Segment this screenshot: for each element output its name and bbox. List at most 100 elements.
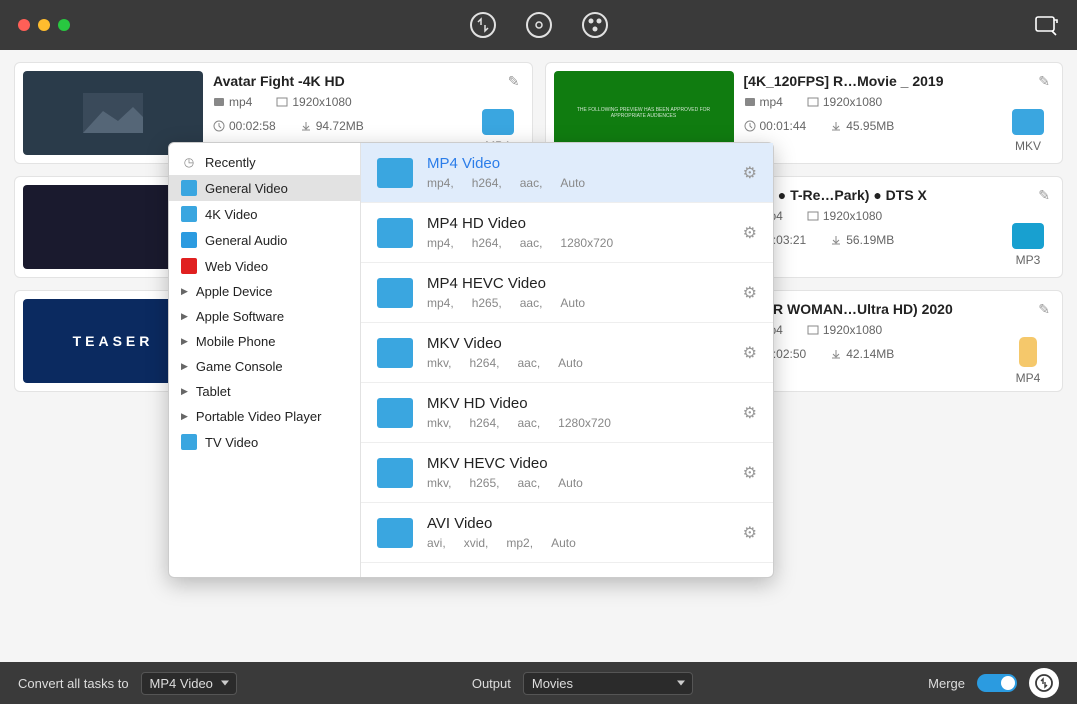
format-item[interactable]: MKV HEVC Video mkv,h265,aac,Auto ⚙ bbox=[361, 443, 773, 503]
format-item[interactable]: MKV Video mkv,h264,aac,Auto ⚙ bbox=[361, 323, 773, 383]
format-category-item[interactable]: ▶ Apple Device bbox=[169, 279, 360, 304]
disc-tab-icon[interactable] bbox=[525, 11, 553, 39]
resolution-meta: 1920x1080 bbox=[807, 323, 882, 337]
target-format-badge[interactable]: MKV bbox=[1008, 109, 1048, 153]
format-category-item[interactable]: ▶ Mobile Phone bbox=[169, 329, 360, 354]
bottom-toolbar: Convert all tasks to MP4 Video Output Mo… bbox=[0, 662, 1077, 704]
merge-toggle[interactable] bbox=[977, 674, 1017, 692]
convert-tab-icon[interactable] bbox=[469, 11, 497, 39]
chevron-right-icon: ▶ bbox=[181, 361, 188, 372]
format-item[interactable]: MP4 HEVC Videomp4,h265,aac,Auto⚙ bbox=[361, 263, 773, 323]
category-icon bbox=[181, 258, 197, 274]
format-category-list: ◷Recently General Video 4K Video General Au… bbox=[169, 143, 361, 577]
format-icon bbox=[377, 278, 413, 308]
format-name: MP4 Video bbox=[427, 155, 729, 172]
format-category-item[interactable]: ▶ Game Console bbox=[169, 354, 360, 379]
close-window-button[interactable] bbox=[18, 19, 30, 31]
format-category-item[interactable]: TV Video bbox=[169, 429, 360, 455]
chevron-right-icon: ▶ bbox=[181, 336, 188, 347]
format-name: MP4 HEVC Video bbox=[427, 275, 729, 292]
edit-icon[interactable]: ✎ bbox=[1038, 73, 1050, 90]
task-title: NDER WOMAN…Ultra HD) 2020 bbox=[744, 301, 1055, 317]
media-library-icon[interactable] bbox=[1033, 12, 1059, 38]
gear-icon[interactable]: ⚙ bbox=[743, 223, 757, 243]
category-icon bbox=[181, 232, 197, 248]
output-folder-select[interactable]: Movies bbox=[523, 672, 693, 695]
category-label: Tablet bbox=[196, 384, 231, 399]
start-conversion-button[interactable] bbox=[1029, 668, 1059, 698]
format-codec: mkv,h265,aac,Auto bbox=[427, 476, 729, 490]
edit-icon[interactable]: ✎ bbox=[1038, 301, 1050, 318]
gear-icon[interactable]: ⚙ bbox=[743, 463, 757, 483]
size-meta: 56.19MB bbox=[830, 233, 894, 247]
target-format-badge[interactable]: MP4 bbox=[1008, 337, 1048, 385]
chevron-right-icon: ▶ bbox=[181, 311, 188, 322]
target-format-badge[interactable]: MP3 bbox=[1008, 223, 1048, 267]
format-codec: avi,xvid,mp2,Auto bbox=[427, 536, 729, 550]
format-codec: mp4,h264,aac,1280x720 bbox=[427, 236, 729, 250]
category-label: Game Console bbox=[196, 359, 283, 374]
category-label: Mobile Phone bbox=[196, 334, 276, 349]
format-popover: ◷Recently General Video 4K Video General Au… bbox=[168, 142, 774, 578]
chevron-right-icon: ▶ bbox=[181, 286, 188, 297]
format-item[interactable]: MKV HD Videomkv,h264,aac,1280x720⚙ bbox=[361, 383, 773, 443]
format-icon bbox=[377, 338, 413, 368]
gear-icon[interactable]: ⚙ bbox=[743, 283, 757, 303]
zoom-window-button[interactable] bbox=[58, 19, 70, 31]
category-label: General Video bbox=[205, 181, 288, 196]
category-label: Recently bbox=[205, 155, 256, 170]
format-codec: mkv,h264,aac,Auto bbox=[427, 356, 729, 370]
format-category-item[interactable]: ◷Recently bbox=[169, 149, 360, 175]
category-icon bbox=[181, 180, 197, 196]
format-icon bbox=[377, 518, 413, 548]
edit-icon[interactable]: ✎ bbox=[508, 73, 520, 90]
chevron-right-icon: ▶ bbox=[181, 411, 188, 422]
format-list: MP4 Video mp4,h264,aac,Auto ⚙ MP4 HD Video m… bbox=[361, 143, 773, 577]
gear-icon[interactable]: ⚙ bbox=[743, 403, 757, 423]
format-category-item[interactable]: 4K Video bbox=[169, 201, 360, 227]
merge-label: Merge bbox=[928, 676, 965, 691]
minimize-window-button[interactable] bbox=[38, 19, 50, 31]
category-label: General Audio bbox=[205, 233, 287, 248]
format-category-item[interactable]: ▶ Tablet bbox=[169, 379, 360, 404]
output-label: Output bbox=[472, 676, 511, 691]
format-item[interactable]: AVI Video avi,xvid,mp2,Auto ⚙ bbox=[361, 503, 773, 563]
format-item[interactable]: MP4 Video mp4,h264,aac,Auto ⚙ bbox=[361, 143, 773, 203]
resolution-meta: 1920x1080 bbox=[276, 95, 351, 109]
gear-icon[interactable]: ⚙ bbox=[743, 343, 757, 363]
format-category-item[interactable]: General Video bbox=[169, 175, 360, 201]
traffic-lights bbox=[18, 19, 70, 31]
format-icon bbox=[377, 158, 413, 188]
format-category-item[interactable]: ▶Portable Video Player bbox=[169, 404, 360, 429]
duration-meta: 00:01:44 bbox=[744, 119, 807, 133]
format-name: MKV HD Video bbox=[427, 395, 729, 412]
category-icon bbox=[181, 206, 197, 222]
format-icon bbox=[377, 398, 413, 428]
gear-icon[interactable]: ⚙ bbox=[743, 163, 757, 183]
category-label: Web Video bbox=[205, 259, 268, 274]
size-meta: 45.95MB bbox=[830, 119, 894, 133]
convert-all-label: Convert all tasks to bbox=[18, 676, 129, 691]
format-codec: mp4,h264,aac,Auto bbox=[427, 176, 729, 190]
movie-tab-icon[interactable] bbox=[581, 11, 609, 39]
format-name: MP4 HD Video bbox=[427, 215, 729, 232]
size-meta: 94.72MB bbox=[300, 119, 364, 133]
chevron-right-icon: ▶ bbox=[181, 386, 188, 397]
convert-all-select[interactable]: MP4 Video bbox=[141, 672, 237, 695]
edit-icon[interactable]: ✎ bbox=[1038, 187, 1050, 204]
format-item[interactable]: MP4 HD Video mp4,h264,aac,1280x720 ⚙ bbox=[361, 203, 773, 263]
category-icon bbox=[181, 434, 197, 450]
format-name: AVI Video bbox=[427, 515, 729, 532]
resolution-meta: 1920x1080 bbox=[807, 95, 882, 109]
task-title: HDR ● T-Re…Park) ● DTS X bbox=[744, 187, 1055, 203]
format-name: MKV Video bbox=[427, 335, 729, 352]
top-nav-icons bbox=[469, 11, 609, 39]
format-category-item[interactable]: Web Video bbox=[169, 253, 360, 279]
category-label: Apple Device bbox=[196, 284, 273, 299]
format-name: MKV HEVC Video bbox=[427, 455, 729, 472]
format-category-item[interactable]: ▶Apple Software bbox=[169, 304, 360, 329]
format-meta: mp4 bbox=[744, 95, 783, 109]
gear-icon[interactable]: ⚙ bbox=[743, 523, 757, 543]
category-label: TV Video bbox=[205, 435, 258, 450]
format-category-item[interactable]: General Audio bbox=[169, 227, 360, 253]
